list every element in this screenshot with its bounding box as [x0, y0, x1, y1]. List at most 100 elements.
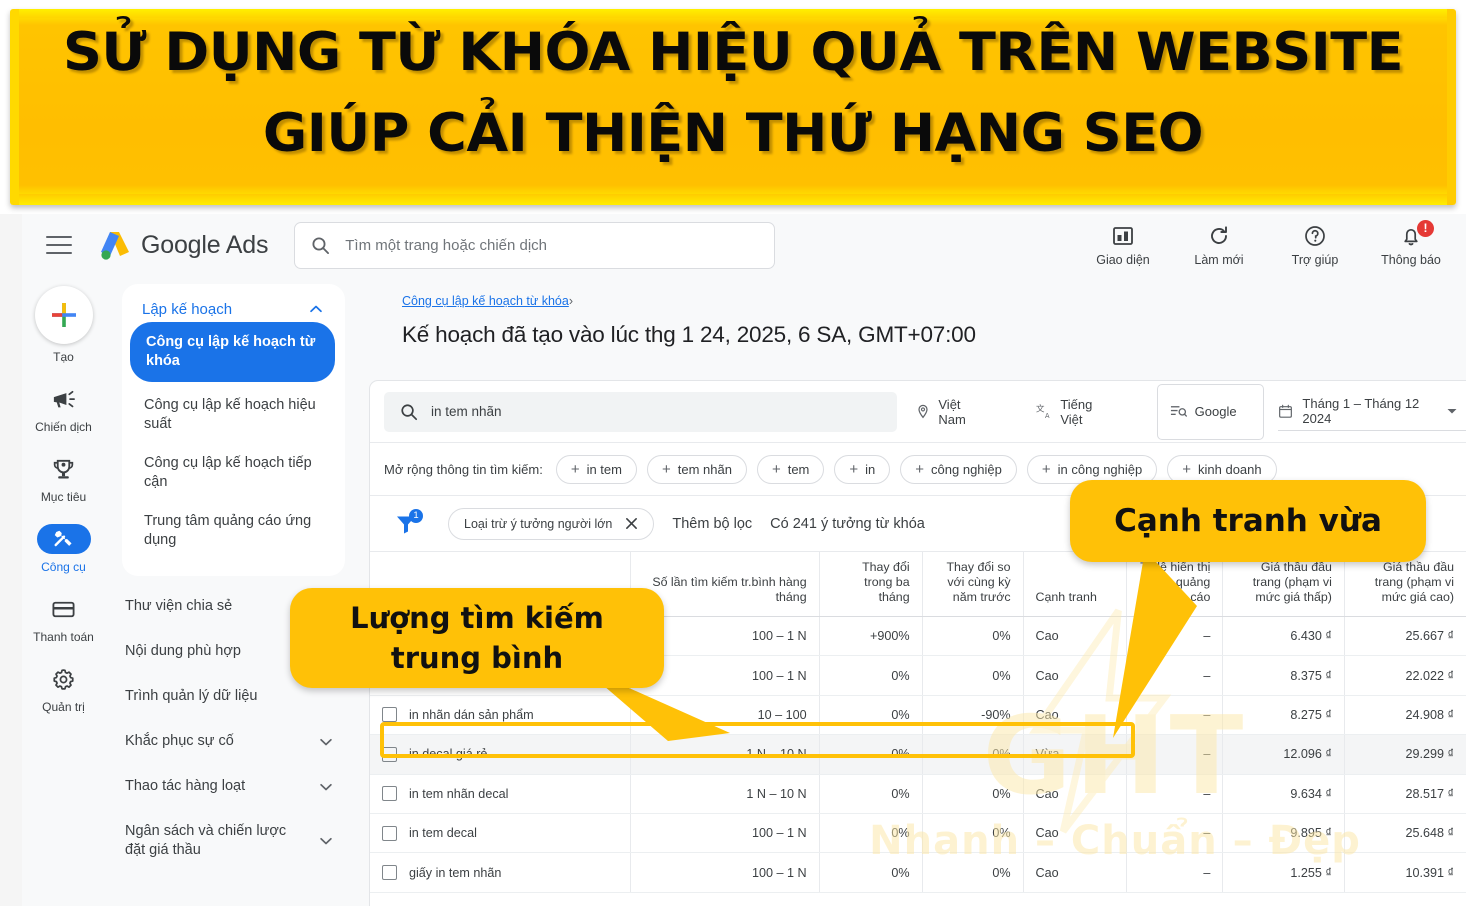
sidebar-item-goals[interactable]: Mục tiêu	[22, 454, 105, 504]
header-action-notifications[interactable]: ! Thông báo	[1378, 219, 1444, 267]
cell-bid-low: 9.895 ₫	[1222, 813, 1345, 854]
nav-item-bulk-actions[interactable]: Thao tác hàng loạt	[105, 764, 355, 809]
filter-icon[interactable]: 1	[394, 508, 423, 536]
cell-3m-change: 0%	[819, 695, 923, 736]
cell-competition: Cao	[1023, 774, 1127, 814]
cell-bid-low: 8.375 ₫	[1222, 655, 1345, 696]
date-range-selector[interactable]: Tháng 1 – Tháng 12 2024	[1278, 393, 1466, 431]
nav-group-planning[interactable]: Lập kế hoạch	[122, 298, 345, 318]
plus-icon: +	[1182, 460, 1191, 478]
cell-yoy-change: 0%	[922, 616, 1024, 657]
expand-chip[interactable]: + tem	[756, 454, 825, 484]
menu-icon[interactable]	[44, 233, 74, 257]
nav-item-app-ads-hub[interactable]: Trung tâm quảng cáo ứng dụng	[122, 502, 345, 560]
sidebar-item-label: Thanh toán	[33, 630, 94, 644]
column-header-3m-change[interactable]: Thay đổi trong ba tháng	[819, 552, 923, 617]
table-row[interactable]: in tem nhãn decal 1 N – 10 N 0% 0% Cao –…	[370, 774, 1466, 814]
banner-headline: SỬ DỤNG TỪ KHÓA HIỆU QUẢ TRÊN WEBSITE GI…	[62, 22, 1404, 164]
sidebar-item-billing[interactable]: Thanh toán	[22, 594, 105, 644]
table-row[interactable]: in tem decal 100 – 1 N 0% 0% Cao – 9.895…	[370, 813, 1466, 854]
active-filter-chip[interactable]: Loại trừ ý tưởng người lớn	[448, 507, 655, 540]
sidebar-item-tools[interactable]: Công cụ	[22, 524, 105, 574]
expand-chip[interactable]: + công nghiệp	[900, 454, 1017, 484]
callout-avg-search-volume: Lượng tìm kiếm trung bình	[290, 588, 664, 688]
breadcrumb-link[interactable]: Công cụ lập kế hoạch từ khóa	[402, 294, 569, 308]
nav-item-performance-planner[interactable]: Công cụ lập kế hoạch hiệu suất	[122, 386, 345, 444]
cell-3m-change: 0%	[819, 734, 923, 775]
create-button[interactable]	[34, 286, 93, 344]
expand-chip-label: in tem	[586, 461, 622, 477]
cell-avg-searches: 100 – 1 N	[630, 813, 820, 854]
keyword-search-box[interactable]: in tem nhãn	[384, 391, 898, 432]
nav-item-troubleshooting[interactable]: Khắc phục sự cố	[105, 719, 355, 764]
global-search[interactable]	[294, 221, 776, 269]
cell-3m-change: 0%	[819, 655, 923, 696]
plus-icon: +	[570, 460, 580, 478]
brand-text: Google Ads	[141, 230, 269, 259]
add-filter-button[interactable]: Thêm bộ lọc	[672, 516, 752, 532]
nav-card: Lập kế hoạch Công cụ lập kế hoạch từ khó…	[122, 284, 345, 576]
cell-bid-high: 29.299 ₫	[1344, 734, 1466, 775]
language-selector[interactable]: 文A Tiếng Việt	[1036, 397, 1114, 427]
table-row-highlighted[interactable]: in decal giá rẻ 1 N – 10 N 0% 0% Vừa – 1…	[370, 734, 1466, 775]
header-action-refresh[interactable]: Làm mới	[1186, 224, 1252, 267]
row-checkbox[interactable]	[382, 865, 397, 881]
search-icon	[400, 403, 418, 421]
keyword-text: giấy in tem nhãn	[409, 865, 502, 880]
search-input[interactable]	[343, 235, 759, 255]
title-banner: SỬ DỤNG TỪ KHÓA HIỆU QUẢ TRÊN WEBSITE GI…	[0, 0, 1466, 214]
table-row[interactable]: in nhãn dán sản phẩm 10 – 100 0% -90% Ca…	[370, 695, 1466, 736]
search-icon	[311, 236, 330, 255]
callout-right-text: Cạnh tranh vừa	[1114, 503, 1382, 539]
sidebar-item-admin[interactable]: Quản trị	[22, 664, 105, 714]
brand[interactable]: Google Ads	[98, 230, 268, 261]
cell-keyword: in tem nhãn decal	[370, 774, 632, 814]
plus-icon: +	[771, 460, 781, 478]
svg-text:A: A	[1045, 412, 1050, 420]
keyword-text: in decal giá rẻ	[409, 747, 488, 762]
app-header: Google Ads Giao diện Làm mới	[22, 214, 1466, 276]
expand-chip[interactable]: + in tem	[555, 454, 637, 484]
column-header-yoy-change[interactable]: Thay đổi so với cùng kỳ năm trước	[922, 552, 1024, 617]
cell-bid-high: 10.391 ₫	[1344, 852, 1466, 893]
sidebar-item-label: Công cụ	[41, 560, 86, 574]
cell-3m-change: +900%	[819, 616, 923, 657]
notification-badge: !	[1417, 219, 1434, 237]
row-checkbox[interactable]	[382, 786, 397, 802]
nav-item-budgets-bidding[interactable]: Ngân sách và chiến lược đặt giá thầu	[105, 809, 355, 873]
cell-bid-high: 22.022 ₫	[1344, 655, 1466, 696]
sidebar-item-campaigns[interactable]: Chiến dịch	[22, 384, 105, 434]
row-checkbox[interactable]	[382, 825, 397, 841]
network-selector[interactable]: Google	[1156, 383, 1265, 440]
table-row[interactable]: giấy in tem nhãn 100 – 1 N 0% 0% Cao – 1…	[370, 852, 1466, 893]
close-icon[interactable]	[625, 517, 638, 530]
cell-competition: Cao	[1023, 852, 1127, 893]
nav-item-reach-planner[interactable]: Công cụ lập kế hoạch tiếp cận	[122, 444, 345, 502]
location-selector[interactable]: Việt Nam	[915, 397, 988, 427]
cell-avg-searches: 100 – 1 N	[630, 852, 820, 893]
cell-bid-low: 1.255 ₫	[1222, 852, 1345, 893]
svg-text:文: 文	[1036, 404, 1045, 415]
chevron-down-icon	[317, 733, 335, 751]
header-action-interface[interactable]: Giao diện	[1090, 224, 1156, 267]
cell-avg-searches: 1 N – 10 N	[630, 774, 820, 814]
plus-icon: +	[1041, 460, 1051, 478]
cell-bid-low: 9.634 ₫	[1222, 774, 1345, 814]
nav-item-label: Nội dung phù hợp	[125, 643, 241, 659]
expand-search-label: Mở rộng thông tin tìm kiếm:	[384, 461, 543, 477]
nav-item-keyword-planner[interactable]: Công cụ lập kế hoạch từ khóa	[130, 322, 335, 382]
breadcrumb-separator: ›	[568, 294, 573, 308]
row-checkbox[interactable]	[382, 746, 397, 762]
cell-yoy-change: -90%	[922, 695, 1024, 736]
header-actions: Giao diện Làm mới Trợ giúp ! Thông báo	[1090, 219, 1444, 267]
sidebar-item-label: Mục tiêu	[40, 490, 87, 504]
nav-item-label: Thư viện chia sẻ	[125, 598, 233, 614]
expand-chip[interactable]: + in	[834, 454, 891, 484]
network-value: Google	[1194, 404, 1237, 419]
row-checkbox[interactable]	[382, 707, 397, 723]
nav-item-label: Thao tác hàng loạt	[125, 778, 246, 794]
expand-chip[interactable]: + tem nhãn	[646, 454, 747, 484]
active-filter-label: Loại trừ ý tưởng người lớn	[464, 516, 613, 531]
language-value: Tiếng Việt	[1060, 396, 1093, 427]
header-action-help[interactable]: Trợ giúp	[1282, 224, 1348, 267]
